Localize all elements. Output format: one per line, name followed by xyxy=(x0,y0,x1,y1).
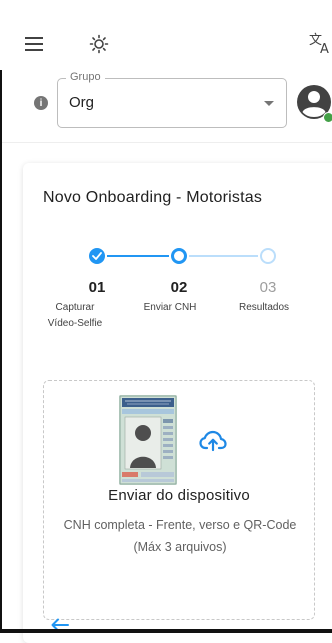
step-2-label: Enviar CNH xyxy=(143,302,197,313)
left-border xyxy=(0,0,2,633)
svg-text:A: A xyxy=(320,42,329,55)
step-1-label: Capturar Vídeo-Selfie xyxy=(40,300,110,332)
theme-toggle-button[interactable] xyxy=(88,33,110,55)
upload-dropzone[interactable]: Enviar do dispositivo CNH completa - Fre… xyxy=(43,380,315,620)
top-app-bar: 文 A xyxy=(0,0,332,70)
header-divider xyxy=(2,142,332,143)
group-select-label: Grupo xyxy=(66,71,105,83)
group-select-value: Org xyxy=(69,94,95,111)
online-status-dot xyxy=(323,112,332,123)
menu-icon xyxy=(25,37,43,51)
step-connector-1 xyxy=(107,255,169,257)
bottom-border xyxy=(0,629,332,633)
translate-icon: 文 A xyxy=(309,33,329,55)
step-1-indicator[interactable] xyxy=(89,248,105,264)
group-select[interactable]: Grupo Org xyxy=(57,71,287,128)
language-button[interactable]: 文 A xyxy=(309,30,332,56)
step-1-label-line2: Vídeo-Selfie xyxy=(47,318,103,329)
step-3-number: 03 xyxy=(259,279,277,296)
menu-button[interactable] xyxy=(24,34,44,54)
step-1-label-line1: Capturar xyxy=(55,302,95,313)
card-title: Novo Onboarding - Motoristas xyxy=(43,189,263,206)
onboarding-card: Novo Onboarding - Motoristas 01 02 03 Ca… xyxy=(23,163,332,643)
upload-instructions: CNH completa - Frente, verso e QR-Code (… xyxy=(63,518,297,554)
cloud-upload-icon xyxy=(199,430,227,452)
upload-title: Enviar do dispositivo xyxy=(108,487,250,504)
step-3-indicator xyxy=(260,248,276,264)
check-icon xyxy=(92,252,102,260)
info-icon[interactable]: i xyxy=(34,96,48,110)
step-2-number: 02 xyxy=(170,279,188,296)
step-connector-2 xyxy=(189,255,258,257)
step-2-indicator[interactable] xyxy=(171,248,187,264)
driver-license-image xyxy=(119,395,177,485)
step-1-number: 01 xyxy=(88,279,106,296)
step-3-label: Resultados xyxy=(238,302,290,313)
chevron-down-icon xyxy=(264,101,274,106)
brightness-icon xyxy=(89,34,109,54)
